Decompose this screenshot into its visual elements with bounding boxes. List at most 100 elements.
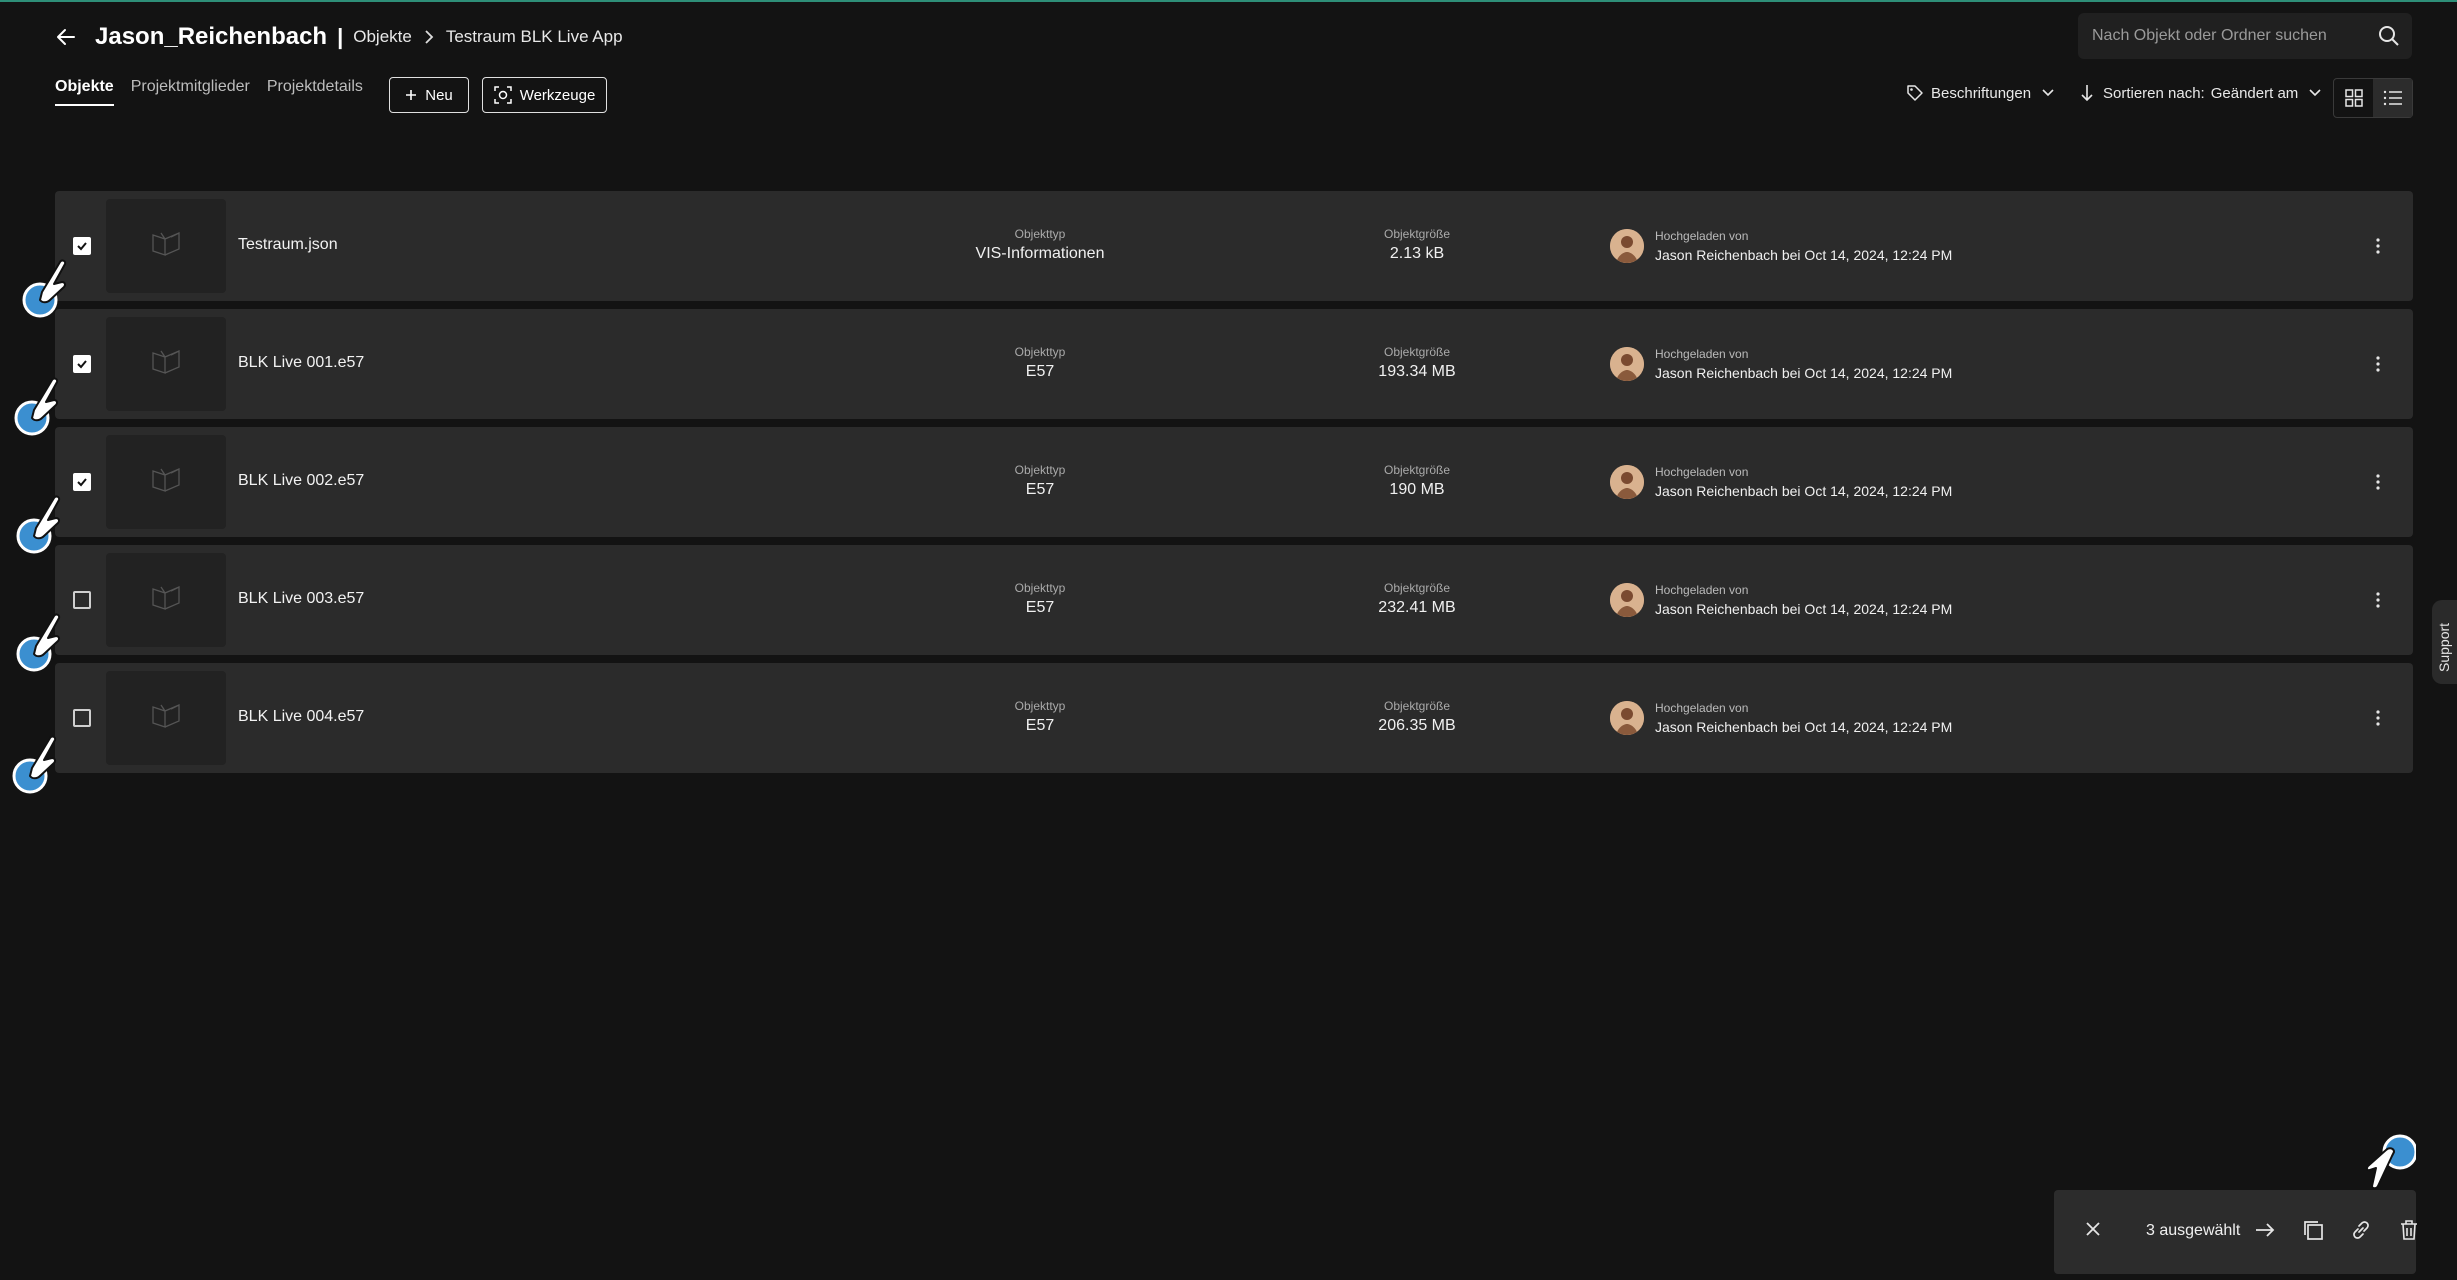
tab-bar: Objekte Projektmitglieder Projektdetails: [55, 78, 380, 118]
type-label: Objekttyp: [1014, 227, 1066, 241]
uploaded-label: Hochgeladen von: [1655, 701, 1749, 715]
arrow-down-icon: [2080, 84, 2094, 102]
search-input[interactable]: [2090, 26, 2364, 46]
file-name[interactable]: BLK Live 003.e57: [238, 590, 364, 608]
type-value: E57: [1025, 481, 1055, 498]
placeholder-logo-icon: [149, 699, 183, 738]
table-row[interactable]: Testraum.json Objekttyp VIS-Informationen…: [55, 191, 2413, 301]
size-label: Objektgröße: [1383, 581, 1451, 595]
type-column: Objekttyp VIS-Informationen: [940, 227, 1140, 263]
placeholder-logo-icon: [149, 345, 183, 384]
placeholder-logo-icon: [149, 463, 183, 502]
type-column: Objekttyp E57: [940, 699, 1140, 735]
type-label: Objekttyp: [1014, 699, 1066, 713]
link-icon[interactable]: [2350, 1219, 2372, 1246]
support-label: Support: [2436, 622, 2452, 672]
plus-icon: [405, 89, 417, 101]
trash-icon[interactable]: [2398, 1219, 2420, 1246]
size-column: Objektgröße 206.35 MB: [1317, 699, 1517, 735]
sort-dropdown[interactable]: Sortieren nach: Geändert am: [2080, 84, 2322, 102]
tools-button[interactable]: Werkzeuge: [482, 77, 607, 113]
list-view-button[interactable]: [2373, 79, 2412, 117]
type-column: Objekttyp E57: [940, 463, 1140, 499]
click-indicator-icon: [12, 602, 72, 672]
file-name[interactable]: BLK Live 004.e57: [238, 708, 364, 726]
placeholder-logo-icon: [149, 581, 183, 620]
file-thumbnail: [106, 199, 226, 293]
grid-view-button[interactable]: [2334, 79, 2373, 117]
size-label: Objektgröße: [1383, 463, 1451, 477]
table-row[interactable]: BLK Live 004.e57 Objekttyp E57 Objektgröß…: [55, 663, 2413, 773]
type-column: Objekttyp E57: [940, 581, 1140, 617]
new-button-label: Neu: [425, 86, 453, 104]
uploaded-value: Jason Reichenbach bei Oct 14, 2024, 12:2…: [1655, 247, 1953, 263]
uploaded-label: Hochgeladen von: [1655, 465, 1749, 479]
row-checkbox[interactable]: [73, 591, 91, 609]
type-label: Objekttyp: [1014, 463, 1066, 477]
labels-dropdown[interactable]: Beschriftungen: [1906, 84, 2055, 102]
search-icon[interactable]: [2378, 25, 2400, 52]
row-checkbox[interactable]: [73, 355, 91, 373]
more-options-icon[interactable]: [2373, 472, 2383, 492]
tab-project-details[interactable]: Projektdetails: [267, 78, 363, 104]
uploaded-info: Hochgeladen von Jason Reichenbach bei Oct…: [1655, 583, 1952, 617]
type-label: Objekttyp: [1014, 345, 1066, 359]
scan-icon: [493, 86, 512, 104]
breadcrumb-objects[interactable]: Objekte: [353, 27, 412, 47]
uploaded-info: Hochgeladen von Jason Reichenbach bei Oct…: [1655, 347, 1952, 381]
click-indicator-icon: [18, 248, 78, 318]
copy-icon[interactable]: [2302, 1219, 2324, 1246]
row-checkbox[interactable]: [73, 709, 91, 727]
tab-project-members[interactable]: Projektmitglieder: [131, 78, 250, 104]
size-label: Objektgröße: [1383, 345, 1451, 359]
uploaded-value: Jason Reichenbach bei Oct 14, 2024, 12:2…: [1655, 365, 1953, 381]
move-arrow-icon[interactable]: [2254, 1219, 2276, 1246]
more-options-icon[interactable]: [2373, 354, 2383, 374]
size-label: Objektgröße: [1383, 227, 1451, 241]
more-options-icon[interactable]: [2373, 708, 2383, 728]
file-name[interactable]: BLK Live 001.e57: [238, 354, 364, 372]
project-title: Jason_Reichenbach: [95, 23, 328, 50]
size-value: 206.35 MB: [1378, 717, 1456, 734]
support-tab[interactable]: Support: [2432, 600, 2457, 684]
size-value: 2.13 kB: [1389, 245, 1445, 262]
placeholder-logo-icon: [149, 227, 183, 266]
tools-button-label: Werkzeuge: [519, 86, 596, 104]
list-icon: [2383, 90, 2403, 106]
file-thumbnail: [106, 435, 226, 529]
size-column: Objektgröße 193.34 MB: [1317, 345, 1517, 381]
new-button[interactable]: Neu: [389, 77, 469, 113]
type-value: E57: [1025, 363, 1055, 380]
size-value: 193.34 MB: [1378, 363, 1456, 380]
back-arrow-icon[interactable]: [55, 26, 77, 48]
avatar: [1610, 229, 1644, 263]
row-checkbox[interactable]: [73, 473, 91, 491]
table-row[interactable]: BLK Live 002.e57 Objekttyp E57 Objektgröß…: [55, 427, 2413, 537]
uploaded-info: Hochgeladen von Jason Reichenbach bei Oct…: [1655, 465, 1952, 499]
tag-icon: [1906, 84, 1924, 102]
size-value: 232.41 MB: [1378, 599, 1456, 616]
chevron-down-icon: [2041, 88, 2055, 98]
type-value: E57: [1025, 599, 1055, 616]
uploaded-value: Jason Reichenbach bei Oct 14, 2024, 12:2…: [1655, 483, 1953, 499]
close-icon[interactable]: [2084, 1220, 2102, 1243]
more-options-icon[interactable]: [2373, 236, 2383, 256]
view-toggle: [2333, 78, 2413, 118]
search-box: [2078, 13, 2412, 59]
click-indicator-icon: [10, 366, 70, 436]
avatar: [1610, 583, 1644, 617]
uploaded-info: Hochgeladen von Jason Reichenbach bei Oct…: [1655, 701, 1952, 735]
table-row[interactable]: BLK Live 003.e57 Objekttyp E57 Objektgröß…: [55, 545, 2413, 655]
table-row[interactable]: BLK Live 001.e57 Objekttyp E57 Objektgröß…: [55, 309, 2413, 419]
file-thumbnail: [106, 553, 226, 647]
tab-objects[interactable]: Objekte: [55, 78, 114, 106]
file-name[interactable]: Testraum.json: [238, 236, 338, 254]
size-column: Objektgröße 2.13 kB: [1317, 227, 1517, 263]
more-options-icon[interactable]: [2373, 590, 2383, 610]
uploaded-info: Hochgeladen von Jason Reichenbach bei Oct…: [1655, 229, 1952, 263]
type-label: Objekttyp: [1014, 581, 1066, 595]
title-separator: |: [337, 24, 344, 49]
size-label: Objektgröße: [1383, 699, 1451, 713]
uploaded-value: Jason Reichenbach bei Oct 14, 2024, 12:2…: [1655, 601, 1953, 617]
file-name[interactable]: BLK Live 002.e57: [238, 472, 364, 490]
